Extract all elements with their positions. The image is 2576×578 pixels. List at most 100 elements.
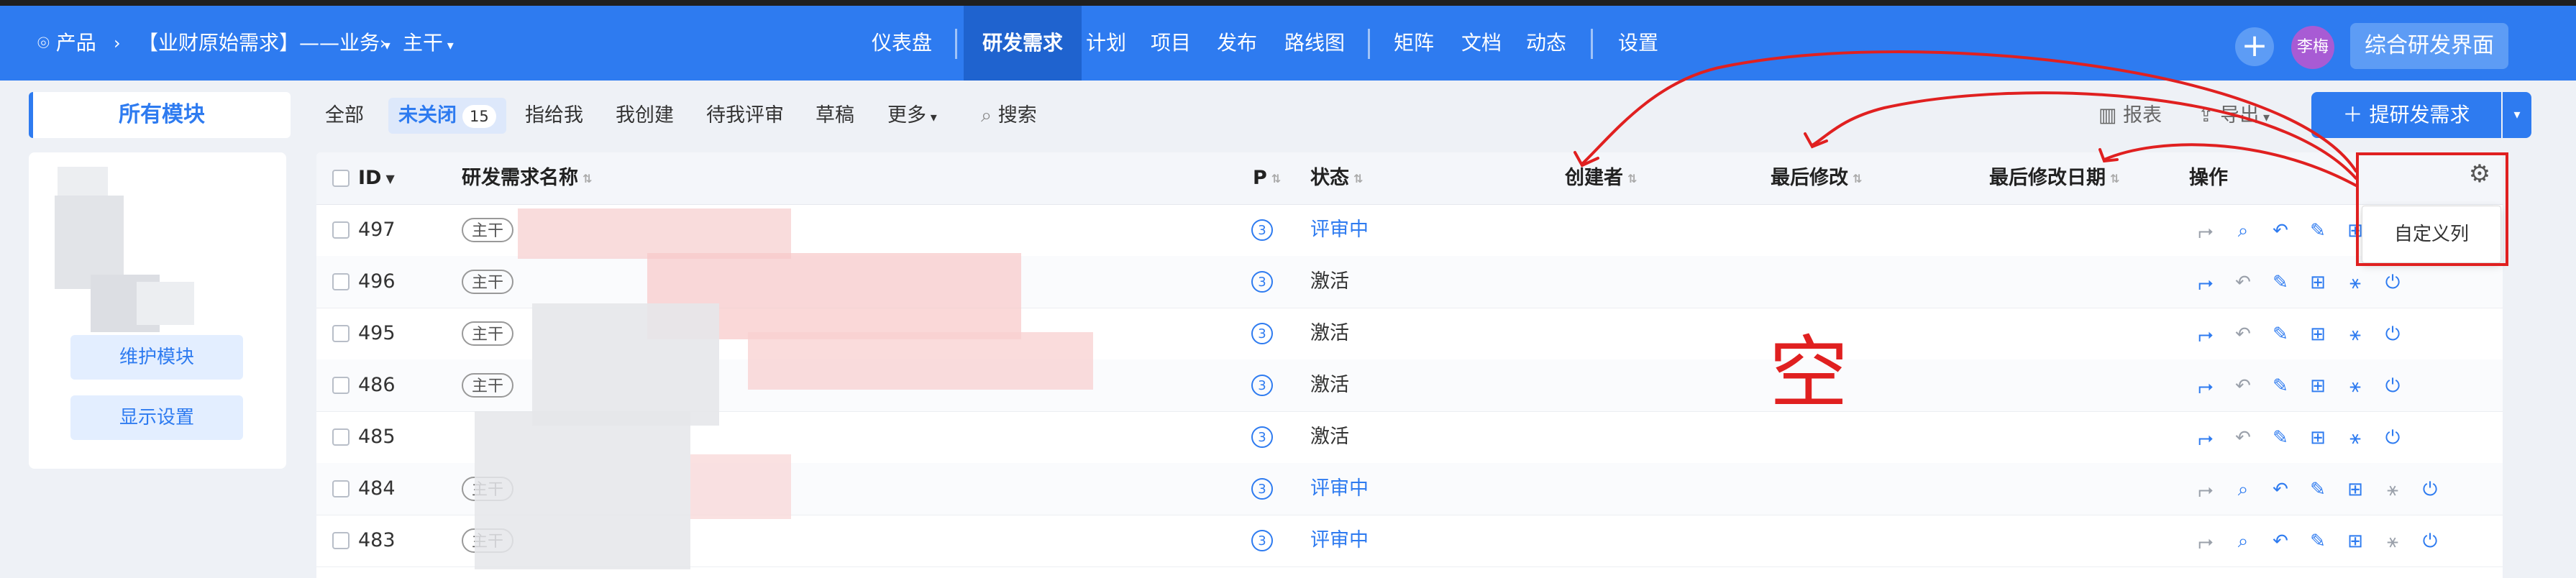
table-row[interactable]: 496 主干 3 激活 ⮣ ↶ ✎ ⊞ ⚹ ⏻ <box>316 256 2503 308</box>
sort-icon: ⇅ <box>1271 171 1282 185</box>
col-last-modified[interactable]: 最后修改 ⇅ <box>1771 152 1862 204</box>
nav-release[interactable]: 发布 <box>1217 6 1257 81</box>
nav-project[interactable]: 项目 <box>1151 6 1191 81</box>
nav-activity[interactable]: 动态 <box>1526 6 1566 81</box>
filter-assigned-to-me[interactable]: 指给我 <box>525 98 583 134</box>
col-priority[interactable]: P ⇅ <box>1253 152 1281 204</box>
structure-icon[interactable]: ⊞ <box>2307 324 2329 345</box>
filter-pending-review[interactable]: 待我评审 <box>706 98 784 134</box>
user-avatar[interactable]: 李梅 <box>2291 26 2334 69</box>
undo-icon[interactable]: ↶ <box>2270 479 2291 500</box>
undo-icon[interactable]: ↶ <box>2232 272 2254 293</box>
power-icon[interactable]: ⏻ <box>2382 324 2403 345</box>
row-id: 483 <box>358 529 396 551</box>
structure-icon[interactable]: ⊞ <box>2344 531 2366 552</box>
power-icon[interactable]: ⏻ <box>2419 531 2441 552</box>
report-button[interactable]: ▥ 报表 <box>2098 98 2162 134</box>
top-navigation-bar: ⌾ 产品 › 【业财原始需求】——业务 ▾ › 主干 ▾ 仪表盘 研发需求 计划… <box>0 6 2576 81</box>
maintain-modules-button[interactable]: 维护模块 <box>70 335 243 380</box>
search-label: 搜索 <box>997 104 1037 127</box>
row-checkbox[interactable] <box>332 273 350 290</box>
edit-icon[interactable]: ✎ <box>2307 531 2329 552</box>
search-icon[interactable]: ⌕ <box>2232 479 2254 500</box>
filter-created-by-me[interactable]: 我创建 <box>616 98 674 134</box>
filter-unclosed[interactable]: 未关闭 15 <box>388 98 506 134</box>
row-checkbox[interactable] <box>332 221 350 239</box>
nav-roadmap[interactable]: 路线图 <box>1284 6 1345 81</box>
power-icon[interactable]: ⏻ <box>2382 272 2403 293</box>
edit-icon[interactable]: ✎ <box>2270 324 2291 345</box>
edit-icon[interactable]: ✎ <box>2270 427 2291 449</box>
undo-icon[interactable]: ↶ <box>2232 427 2254 449</box>
structure-icon[interactable]: ⊞ <box>2307 427 2329 449</box>
branch-link-icon[interactable]: ⮣ <box>2195 272 2216 293</box>
branch-link-icon[interactable]: ⮣ <box>2195 324 2216 345</box>
structure-icon[interactable]: ⊞ <box>2344 479 2366 500</box>
col-name[interactable]: 研发需求名称 ⇅ <box>462 152 592 204</box>
power-icon[interactable]: ⏻ <box>2419 479 2441 500</box>
col-status[interactable]: 状态 ⇅ <box>1310 152 1363 204</box>
tree-icon[interactable]: ⚹ <box>2344 272 2366 293</box>
requirements-table: ID ▼ 研发需求名称 ⇅ P ⇅ 状态 ⇅ 创建者 ⇅ 最后修改 ⇅ 最后修改日期 ⇅ 操作… <box>316 152 2503 578</box>
product-switcher[interactable]: ⌾ 产品 <box>37 6 96 81</box>
row-checkbox[interactable] <box>332 480 350 497</box>
status-text: 激活 <box>1310 270 1349 293</box>
col-creator[interactable]: 创建者 ⇅ <box>1565 152 1637 204</box>
tree-icon[interactable]: ⚹ <box>2344 324 2366 345</box>
breadcrumb-project[interactable]: 【业财原始需求】——业务 ▾ <box>138 6 390 81</box>
branch-link-icon[interactable]: ⮣ <box>2195 375 2216 397</box>
nav-docs[interactable]: 文档 <box>1461 6 1502 81</box>
row-checkbox[interactable] <box>332 428 350 446</box>
row-checkbox[interactable] <box>332 325 350 342</box>
product-label: 产品 <box>55 31 96 55</box>
undo-icon[interactable]: ↶ <box>2270 531 2291 552</box>
create-dropdown-chevron-icon[interactable]: ▾ <box>2503 92 2531 138</box>
power-icon[interactable]: ⏻ <box>2382 427 2403 449</box>
add-plus-icon[interactable]: + <box>2235 27 2274 66</box>
branch-link-icon[interactable]: ⮣ <box>2195 479 2216 500</box>
search-icon[interactable]: ⌕ <box>2232 220 2254 242</box>
create-requirement-button[interactable]: ＋ 提研发需求 <box>2311 92 2501 138</box>
col-last-modified-date-label: 最后修改日期 <box>1989 167 2106 189</box>
export-button[interactable]: ⇪ 导出 ▾ <box>2198 98 2270 134</box>
nav-plan[interactable]: 计划 <box>1086 6 1126 81</box>
branch-switcher[interactable]: 主干 ▾ <box>403 6 454 81</box>
tree-icon[interactable]: ⚹ <box>2382 531 2403 552</box>
filter-all[interactable]: 全部 <box>325 98 364 134</box>
edit-icon[interactable]: ✎ <box>2307 479 2329 500</box>
row-checkbox[interactable] <box>332 532 350 549</box>
col-id[interactable]: ID ▼ <box>358 152 395 204</box>
branch-link-icon[interactable]: ⮣ <box>2195 531 2216 552</box>
undo-icon[interactable]: ↶ <box>2232 324 2254 345</box>
display-settings-button[interactable]: 显示设置 <box>70 395 243 440</box>
structure-icon[interactable]: ⊞ <box>2307 272 2329 293</box>
nav-matrix[interactable]: 矩阵 <box>1394 6 1434 81</box>
col-last-modified-date[interactable]: 最后修改日期 ⇅ <box>1989 152 2119 204</box>
chevron-down-icon: ▾ <box>926 110 937 125</box>
tree-icon[interactable]: ⚹ <box>2382 479 2403 500</box>
select-all-checkbox[interactable] <box>332 170 350 187</box>
nav-settings[interactable]: 设置 <box>1618 6 1658 81</box>
row-id: 485 <box>358 426 396 448</box>
search-icon[interactable]: ⌕ <box>2232 531 2254 552</box>
structure-icon[interactable]: ⊞ <box>2307 375 2329 397</box>
edit-icon[interactable]: ✎ <box>2270 272 2291 293</box>
undo-icon[interactable]: ↶ <box>2232 375 2254 397</box>
edit-icon[interactable]: ✎ <box>2307 220 2329 242</box>
edit-icon[interactable]: ✎ <box>2270 375 2291 397</box>
filter-more[interactable]: 更多 ▾ <box>887 98 937 134</box>
tree-icon[interactable]: ⚹ <box>2344 427 2366 449</box>
power-icon[interactable]: ⏻ <box>2382 375 2403 397</box>
row-checkbox[interactable] <box>332 377 350 394</box>
undo-icon[interactable]: ↶ <box>2270 220 2291 242</box>
branch-link-icon[interactable]: ⮣ <box>2195 220 2216 242</box>
all-modules-header[interactable]: 所有模块 <box>29 92 291 138</box>
nav-dashboard[interactable]: 仪表盘 <box>872 6 932 81</box>
blurred-content <box>137 282 194 325</box>
nav-rd-requirements[interactable]: 研发需求 <box>964 6 1082 81</box>
filter-draft[interactable]: 草稿 <box>816 98 854 134</box>
branch-link-icon[interactable]: ⮣ <box>2195 427 2216 449</box>
tree-icon[interactable]: ⚹ <box>2344 375 2366 397</box>
search-toggle[interactable]: ⌕ 搜索 <box>981 98 1037 134</box>
switch-ui-button[interactable]: 综合研发界面 <box>2350 23 2508 69</box>
